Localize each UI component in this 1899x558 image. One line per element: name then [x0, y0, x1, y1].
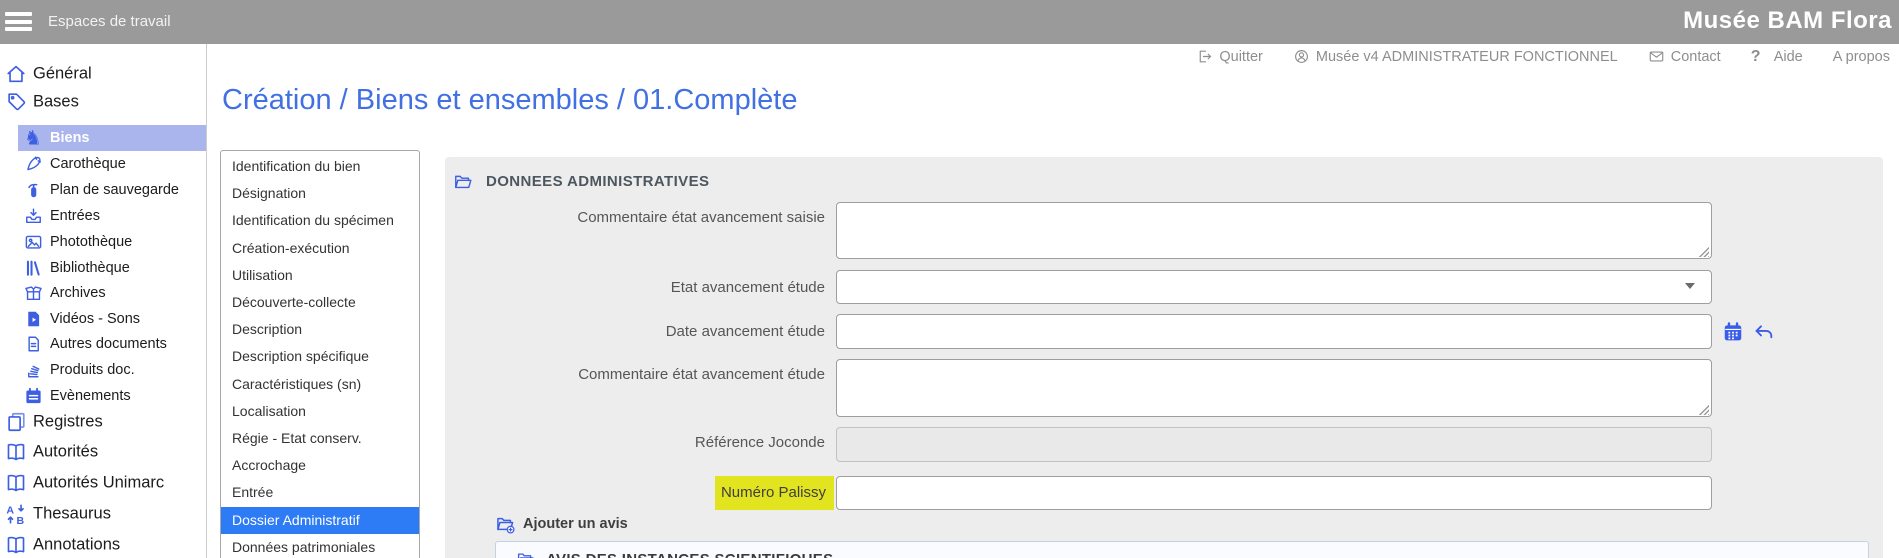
reference-joconde-input [836, 427, 1712, 462]
utility-link-musee-v4-administrateur-fonctionnel[interactable]: Musée v4 ADMINISTRATEUR FONCTIONNEL [1293, 48, 1618, 65]
section-item-localisation[interactable]: Localisation [221, 398, 419, 425]
utility-link-a-propos[interactable]: A propos [1833, 49, 1890, 65]
media-file-icon [24, 310, 43, 329]
section-item-description[interactable]: Description [221, 316, 419, 343]
field-label: Etat avancement étude [445, 279, 825, 296]
photo-icon [24, 233, 43, 252]
sidebar-item-carotheque[interactable]: Carothèque [0, 151, 205, 177]
core-sample-icon [24, 155, 43, 174]
section-item-dossier-administratif[interactable]: Dossier Administratif [221, 507, 419, 534]
archive-box-icon [24, 284, 43, 303]
section-item-description-specifique[interactable]: Description spécifique [221, 343, 419, 370]
svg-text:A: A [6, 505, 14, 517]
sidebar-item-evenements[interactable]: Evènements [0, 383, 205, 409]
sidebar-item-videos-sons[interactable]: Vidéos - Sons [0, 306, 205, 332]
exit-icon [1196, 48, 1213, 65]
sort-ab-icon: AB [5, 503, 27, 525]
utility-link-contact[interactable]: Contact [1648, 48, 1721, 65]
open-book-icon [5, 441, 27, 463]
books-icon [24, 259, 43, 278]
application-window: Espaces de travail Musée BAM Flora Génér… [0, 0, 1899, 558]
sidebar-item-general[interactable]: Général [0, 61, 205, 87]
subgroup-header-avis[interactable]: AVIS DES INSTANCES SCIENTIFIQUES [516, 550, 833, 558]
section-item-creation-execution[interactable]: Création-exécution [221, 235, 419, 262]
avis-subpanel: AVIS DES INSTANCES SCIENTIFIQUES [495, 541, 1869, 558]
sidebar-item-produits-doc[interactable]: Produits doc. [0, 357, 205, 383]
sidebar-item-registres[interactable]: Registres [0, 409, 205, 435]
add-avis-button[interactable]: Ajouter un avis [495, 514, 628, 534]
question-icon: ? [1751, 48, 1768, 65]
sidebar-item-entrees[interactable]: Entrées [0, 203, 205, 229]
hamburger-menu-icon[interactable] [5, 12, 32, 32]
form-section-list: Identification du bienDésignationIdentif… [220, 150, 420, 558]
undo-icon[interactable] [1753, 321, 1775, 343]
home-icon [5, 63, 27, 85]
person-icon [1293, 48, 1310, 65]
calendar-picker-icon[interactable] [1722, 321, 1744, 343]
svg-text:B: B [16, 515, 24, 525]
numero-palissy-highlighted-label: Numéro Palissy [715, 476, 834, 510]
sidebar-item-autorites[interactable]: Autorités [0, 439, 205, 465]
sidebar-item-archives[interactable]: Archives [0, 280, 205, 306]
numero-palissy-input[interactable] [836, 476, 1712, 510]
field-label: Commentaire état avancement étude [445, 366, 825, 383]
page-title: Création / Biens et ensembles / 01.Compl… [222, 84, 797, 117]
subgroup-title: AVIS DES INSTANCES SCIENTIFIQUES [546, 551, 833, 558]
tag-icon [5, 91, 27, 113]
section-item-utilisation[interactable]: Utilisation [221, 262, 419, 289]
calendar-icon [24, 387, 43, 406]
sidebar-item-biens[interactable]: ♞ Biens [18, 125, 206, 151]
main-sidebar: Général Bases ♞ Biens Carothèque Plan de… [0, 44, 207, 558]
commentaire-etat-avancement-etude-textarea[interactable] [836, 359, 1712, 417]
section-item-regie-etat-conserv[interactable]: Régie - Etat conserv. [221, 425, 419, 452]
document-icon [24, 335, 43, 354]
field-label: Référence Joconde [445, 434, 825, 451]
group-header-donnees-administratives[interactable]: DONNEES ADMINISTRATIVES [453, 172, 709, 191]
registers-icon [5, 411, 27, 433]
sidebar-item-phototheque[interactable]: Photothèque [0, 229, 205, 255]
folder-icon [453, 172, 472, 191]
app-brand-title: Musée BAM Flora [1683, 7, 1892, 35]
sidebar-item-plan-de-sauvegarde[interactable]: Plan de sauvegarde [0, 177, 205, 203]
folder-plus-icon [495, 514, 515, 534]
mail-icon [1648, 48, 1665, 65]
sidebar-item-bibliotheque[interactable]: Bibliothèque [0, 255, 205, 281]
section-item-designation[interactable]: Désignation [221, 180, 419, 207]
workspace-label[interactable]: Espaces de travail [48, 13, 171, 30]
sidebar-item-thesaurus[interactable]: AB Thesaurus [0, 501, 205, 527]
group-title: DONNEES ADMINISTRATIVES [486, 173, 709, 190]
section-item-donnees-patrimoniales[interactable]: Données patrimoniales [221, 534, 419, 558]
section-item-identification-du-specimen[interactable]: Identification du spécimen [221, 207, 419, 234]
add-avis-label: Ajouter un avis [523, 516, 628, 532]
chevron-down-icon[interactable] [1685, 283, 1695, 289]
open-book-icon [5, 472, 27, 494]
section-item-caracteristiques-sn[interactable]: Caractéristiques (sn) [221, 371, 419, 398]
section-item-entree[interactable]: Entrée [221, 479, 419, 506]
section-item-accrochage[interactable]: Accrochage [221, 452, 419, 479]
artwork-icon: ♞ [24, 129, 43, 148]
sidebar-item-autres-documents[interactable]: Autres documents [0, 331, 205, 357]
top-bar: Espaces de travail Musée BAM Flora [0, 0, 1899, 44]
utility-link-quitter[interactable]: Quitter [1196, 48, 1263, 65]
field-label: Commentaire état avancement saisie [445, 209, 825, 226]
section-item-identification-du-bien[interactable]: Identification du bien [221, 153, 419, 180]
section-item-decouverte-collecte[interactable]: Découverte-collecte [221, 289, 419, 316]
form-panel: DONNEES ADMINISTRATIVES Commentaire état… [445, 157, 1883, 558]
paper-stack-icon [24, 361, 43, 380]
utility-links: Quitter Musée v4 ADMINISTRATEUR FONCTION… [1196, 48, 1890, 65]
date-avancement-etude-input[interactable] [836, 314, 1712, 349]
folder-icon [516, 550, 534, 558]
sidebar-item-bases[interactable]: Bases [0, 89, 205, 115]
open-book-icon [5, 534, 27, 556]
extinguisher-icon [24, 181, 43, 200]
etat-avancement-etude-select[interactable] [836, 270, 1712, 304]
field-label: Date avancement étude [445, 323, 825, 340]
inbox-icon [24, 207, 43, 226]
sidebar-item-autorites-unimarc[interactable]: Autorités Unimarc [0, 470, 205, 496]
utility-link-aide[interactable]: ? Aide [1751, 48, 1803, 65]
sidebar-item-annotations[interactable]: Annotations [0, 532, 205, 558]
commentaire-etat-avancement-saisie-textarea[interactable] [836, 202, 1712, 259]
